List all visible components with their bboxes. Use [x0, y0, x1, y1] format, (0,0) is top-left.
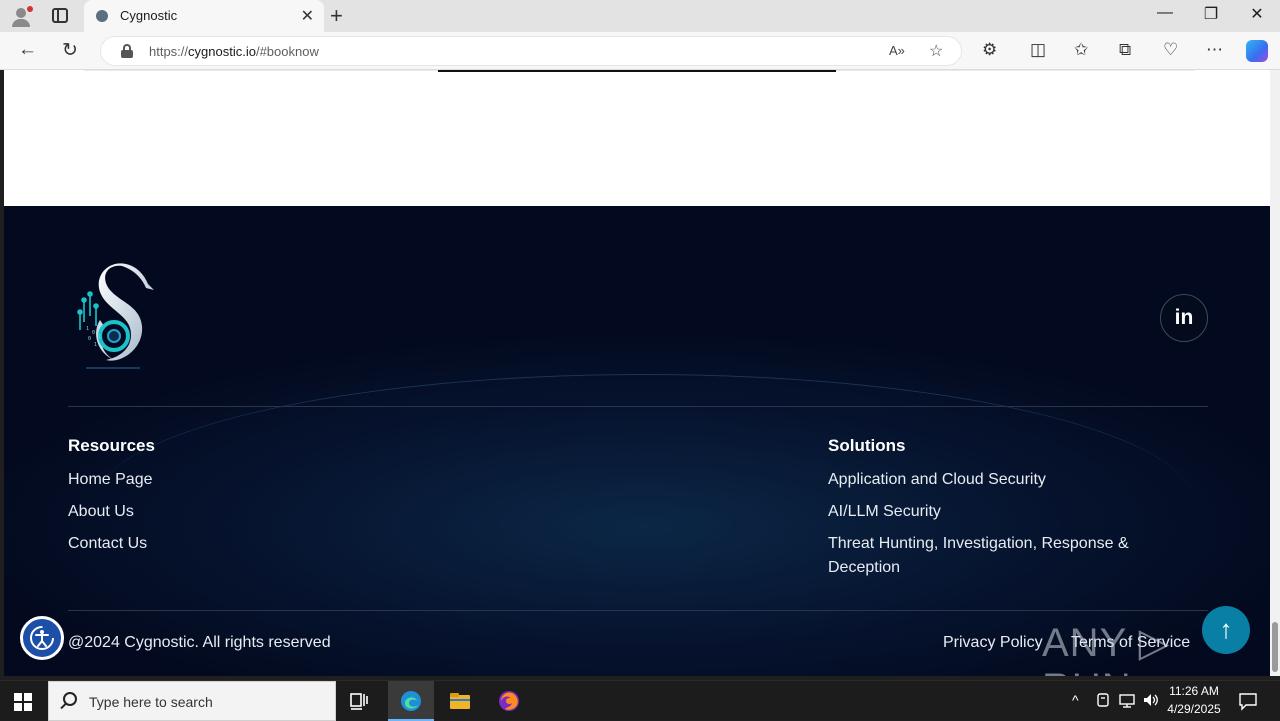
- tray-chevron-icon[interactable]: ^: [1072, 692, 1079, 708]
- footer-link-contact[interactable]: Contact Us: [68, 532, 147, 556]
- svg-text:1: 1: [94, 342, 97, 348]
- edge-browser-icon[interactable]: [399, 689, 423, 713]
- url-field[interactable]: https://cygnostic.io/#booknow A» ☆: [100, 36, 962, 66]
- footer-link-ai-llm-security[interactable]: AI/LLM Security: [828, 500, 941, 524]
- svg-text:1: 1: [98, 334, 101, 340]
- svg-text:0: 0: [92, 330, 95, 336]
- reload-button[interactable]: ↻: [62, 39, 78, 62]
- search-icon: [63, 692, 77, 706]
- browser-essentials-icon[interactable]: ♡: [1163, 40, 1178, 60]
- clock-date[interactable]: 4/29/2025: [1162, 702, 1226, 716]
- resources-heading: Resources: [68, 436, 155, 455]
- privacy-policy-link[interactable]: Privacy Policy: [943, 634, 1043, 652]
- network-icon[interactable]: [1118, 691, 1136, 709]
- page-viewport: 101 01 in Resources Home Page About Us C…: [4, 70, 1270, 676]
- section-underline: [438, 70, 836, 72]
- firefox-icon[interactable]: [497, 689, 521, 713]
- tab-actions-icon[interactable]: [52, 8, 68, 23]
- close-window-button[interactable]: ✕: [1234, 4, 1280, 24]
- footer-divider-top: [68, 406, 1208, 407]
- address-bar-row: ← ↻ https://cygnostic.io/#booknow A» ☆ ⚙…: [0, 32, 1280, 70]
- solutions-heading: Solutions: [828, 436, 906, 455]
- collections-icon[interactable]: ⧉: [1119, 40, 1131, 60]
- linkedin-icon[interactable]: in: [1160, 294, 1208, 342]
- scrollbar-thumb[interactable]: [1272, 622, 1278, 672]
- tray-device-icon[interactable]: [1094, 691, 1112, 709]
- notifications-icon[interactable]: [1238, 691, 1258, 711]
- browser-tab[interactable]: Cygnostic ✕: [84, 0, 324, 32]
- clock-time[interactable]: 11:26 AM: [1162, 684, 1226, 698]
- windows-taskbar: Type here to search ^ 11:26 AM 4/29/2025: [0, 680, 1280, 721]
- footer-divider-bottom: [68, 610, 1208, 611]
- read-aloud-icon[interactable]: A»: [889, 43, 905, 58]
- back-button[interactable]: ←: [18, 39, 37, 61]
- minimize-button[interactable]: —: [1142, 4, 1188, 22]
- favicon-icon: [96, 10, 108, 22]
- copyright-text: @2024 Cygnostic. All rights reserved: [68, 634, 331, 651]
- accessibility-icon: [30, 626, 54, 650]
- footer-link-threat-hunting[interactable]: Threat Hunting, Investigation, Response …: [828, 532, 1158, 580]
- site-footer: 101 01 in Resources Home Page About Us C…: [4, 206, 1270, 676]
- page-scrollbar[interactable]: [1270, 70, 1280, 676]
- start-button[interactable]: [14, 693, 32, 711]
- footer-link-home[interactable]: Home Page: [68, 468, 153, 492]
- file-explorer-icon[interactable]: [448, 689, 472, 713]
- footer-glow-arc: [94, 374, 1194, 634]
- task-view-icon[interactable]: [348, 689, 372, 713]
- accessibility-button[interactable]: [20, 616, 64, 660]
- anyrun-watermark: ANY ▷ RUN: [1042, 621, 1171, 676]
- extensions-icon[interactable]: ⚙: [982, 40, 997, 60]
- favorites-icon[interactable]: ✩: [1074, 40, 1088, 60]
- restore-button[interactable]: ❐: [1188, 4, 1234, 24]
- footer-link-app-cloud-security[interactable]: Application and Cloud Security: [828, 468, 1046, 492]
- volume-icon[interactable]: [1142, 691, 1160, 709]
- copilot-icon[interactable]: [1246, 40, 1268, 62]
- cygnostic-logo[interactable]: 101 01: [70, 260, 160, 372]
- profile-icon[interactable]: [10, 6, 33, 28]
- lock-icon[interactable]: [121, 44, 133, 58]
- taskbar-search[interactable]: Type here to search: [48, 681, 336, 721]
- new-tab-button[interactable]: +: [330, 3, 343, 29]
- close-tab-icon[interactable]: ✕: [301, 6, 314, 26]
- footer-link-about[interactable]: About Us: [68, 500, 134, 524]
- split-screen-icon[interactable]: ◫: [1030, 40, 1046, 60]
- url-text[interactable]: https://cygnostic.io/#booknow: [149, 44, 319, 59]
- svg-text:1: 1: [86, 326, 89, 332]
- search-placeholder: Type here to search: [89, 694, 213, 710]
- more-options-icon[interactable]: ⋯: [1206, 40, 1223, 60]
- favorite-star-icon[interactable]: ☆: [929, 41, 943, 61]
- tab-title: Cygnostic: [120, 8, 178, 23]
- svg-text:0: 0: [88, 336, 91, 342]
- browser-titlebar: Cygnostic ✕ + — ❐ ✕: [0, 0, 1280, 32]
